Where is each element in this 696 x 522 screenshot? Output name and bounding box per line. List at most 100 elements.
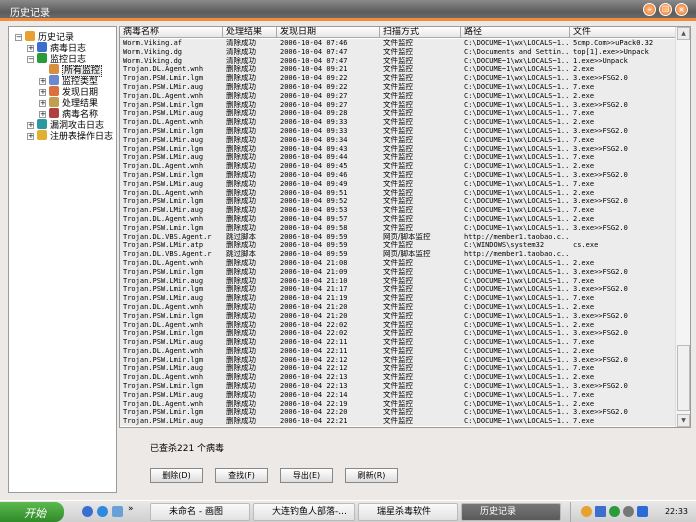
shield-icon[interactable] — [637, 506, 648, 517]
tree-node[interactable]: + 处理结果 — [39, 97, 98, 109]
tray-app-icon[interactable] — [581, 506, 592, 517]
tree-node[interactable]: − 历史记录 — [15, 31, 74, 43]
rising-monitor-icon[interactable] — [609, 506, 620, 517]
table-cell: 跳过脚本 — [226, 232, 256, 241]
table-cell: Trojan.PSW.LMir.aug — [123, 390, 204, 399]
log-tree[interactable]: − 历史记录 + 病毒日志 − 监控日志 所有监控 + 监控类型 + 发现日期 + 处理结果 + 病毒名称 +… — [8, 26, 117, 493]
restore-button[interactable]: ❐ — [659, 3, 672, 16]
column-header[interactable]: 文件 — [570, 27, 676, 38]
table-row[interactable]: Trojan.PSW.LMir.aug 删除成功 2006-10-04 09:53 文… — [120, 206, 676, 215]
table-row[interactable]: Trojan.DL.Agent.wnh 删除成功 2006-10-04 09:51 文… — [120, 188, 676, 198]
table-row[interactable]: Trojan.PSW.LMir.aug 删除成功 2006-10-04 21:19 文… — [120, 294, 676, 303]
table-row[interactable]: Worm.Viking.af 清除成功 2006-10-04 07:46 文件监控 C:… — [120, 39, 676, 48]
table-row[interactable]: Trojan.PSW.LMir.aug 删除成功 2006-10-04 22:14 文… — [120, 390, 676, 400]
internet-explorer-icon[interactable] — [97, 506, 108, 517]
collapse-icon[interactable]: − — [27, 56, 34, 63]
table-row[interactable]: Trojan.PSW.Lmir.lgm 删除成功 2006-10-04 09:43 文… — [120, 144, 676, 154]
table-row[interactable]: Trojan.PSW.Lmir.lgm 删除成功 2006-10-04 21:20 文… — [120, 311, 676, 321]
column-header[interactable]: 路径 — [461, 27, 570, 38]
table-row[interactable]: Trojan.PSW.Lmir.lgm 删除成功 2006-10-04 09:33 文… — [120, 126, 676, 136]
expand-icon[interactable]: + — [39, 111, 46, 118]
task-history[interactable]: 历史记录 — [461, 503, 561, 521]
expand-icon[interactable]: + — [27, 122, 34, 129]
media-player-icon[interactable] — [82, 506, 93, 517]
table-row[interactable]: Trojan.DL.Agent.wnh 删除成功 2006-10-04 09:57 文… — [120, 214, 676, 224]
close-button[interactable]: × — [675, 3, 688, 16]
table-row[interactable]: Worm.Viking.dg 清除成功 2006-10-04 07:47 文件监控 C:… — [120, 56, 676, 66]
expand-icon[interactable]: + — [39, 100, 46, 107]
expand-icon[interactable]: + — [39, 78, 46, 85]
table-row[interactable]: Trojan.PSW.LMir.aug 删除成功 2006-10-04 09:49 文… — [120, 179, 676, 189]
network-icon[interactable] — [595, 506, 606, 517]
tree-node[interactable]: + 监控类型 — [39, 75, 98, 87]
table-row[interactable]: Trojan.DL.Agent.wnh 删除成功 2006-10-04 22:11 文… — [120, 346, 676, 356]
scroll-down-button[interactable]: ▼ — [677, 414, 690, 427]
tree-node[interactable]: + 病毒日志 — [27, 42, 86, 54]
find-button[interactable]: 查找(F) — [215, 468, 268, 483]
table-row[interactable]: Trojan.DL.Agent.wnh 删除成功 2006-10-04 22:13 文… — [120, 373, 676, 383]
table-row[interactable]: Trojan.PSW.Lmir.lgm 删除成功 2006-10-04 09:46 文… — [120, 170, 676, 180]
table-row[interactable]: Trojan.PSW.LMir.aug 删除成功 2006-10-04 22:11 文… — [120, 338, 676, 347]
tree-node[interactable]: 所有监控 — [39, 64, 103, 77]
table-row[interactable]: Trojan.DL.Agent.wnh 删除成功 2006-10-04 09:27 文… — [120, 91, 676, 101]
column-header[interactable]: 病毒名称 — [120, 27, 223, 38]
expand-icon[interactable]: + — [27, 133, 34, 140]
table-row[interactable]: Trojan.PSW.LMir.aug 删除成功 2006-10-04 21:10 文… — [120, 276, 676, 286]
start-button[interactable]: 开始 — [0, 502, 64, 522]
tree-node[interactable]: − 监控日志 — [27, 53, 86, 65]
expand-icon[interactable]: + — [39, 89, 46, 96]
table-row[interactable]: Trojan.PSW.Lmir.lgm 删除成功 2006-10-04 22:20 文… — [120, 408, 676, 418]
table-row[interactable]: Trojan.PSW.LMir.aug 删除成功 2006-10-04 09:34 文… — [120, 135, 676, 145]
table-row[interactable]: Trojan.PSW.LMir.aug 删除成功 2006-10-04 09:44 文… — [120, 153, 676, 163]
table-row[interactable]: Trojan.PSW.Lmir.lgm 删除成功 2006-10-04 09:22 文… — [120, 74, 676, 83]
table-row[interactable]: Trojan.DL.Agent.wnh 删除成功 2006-10-04 09:33 文… — [120, 118, 676, 127]
vertical-scrollbar[interactable]: ▲ ▼ — [675, 27, 690, 427]
table-cell: C:\DOCUME~1\wx\LOCALS~1... — [464, 373, 570, 382]
table-row[interactable]: Trojan.PSW.LMir.aug 删除成功 2006-10-04 22:12 文… — [120, 364, 676, 374]
table-row[interactable]: Trojan.DL.Agent.wnh 删除成功 2006-10-04 22:19 文… — [120, 399, 676, 409]
quicklaunch-more[interactable]: » — [128, 504, 134, 514]
tree-node[interactable]: + 注册表操作日志 — [27, 130, 113, 142]
table-row[interactable]: Trojan.PSW.Lmir.lgm 删除成功 2006-10-04 09:52 文… — [120, 197, 676, 207]
tree-node[interactable]: + 病毒名称 — [39, 108, 98, 120]
table-cell: Trojan.PSW.Lmir.lgm — [123, 382, 204, 391]
table-row[interactable]: Trojan.PSW.Lmir.lgm 删除成功 2006-10-04 09:27 文… — [120, 100, 676, 110]
table-row[interactable]: Trojan.DL.VBS.Agent.r 跳过脚本 2006-10-04 09:5… — [120, 232, 676, 242]
desktop-icon[interactable] — [112, 506, 123, 517]
table-row[interactable]: Trojan.DL.Agent.wnh 删除成功 2006-10-04 21:08 文… — [120, 258, 676, 268]
column-header[interactable]: 发现日期 — [277, 27, 380, 38]
task-rising-antivirus[interactable]: 瑞星杀毒软件 — [358, 503, 458, 521]
table-row[interactable]: Trojan.PSW.Lmir.lgm 删除成功 2006-10-04 22:13 文… — [120, 382, 676, 391]
table-row[interactable]: Trojan.DL.Agent.wnh 删除成功 2006-10-04 09:45 文… — [120, 162, 676, 171]
tree-node[interactable]: + 漏洞攻击日志 — [27, 119, 104, 131]
table-row[interactable]: Trojan.PSW.Lmir.lgm 删除成功 2006-10-04 21:09 文… — [120, 267, 676, 277]
collapse-icon[interactable]: − — [15, 34, 22, 41]
table-row[interactable]: Trojan.PSW.LMir.aug 删除成功 2006-10-04 09:22 文… — [120, 82, 676, 92]
tree-node[interactable]: + 发现日期 — [39, 86, 98, 98]
tray-clock-icon[interactable] — [623, 506, 634, 517]
table-row[interactable]: Trojan.PSW.Lmir.lgm 删除成功 2006-10-04 22:02 文… — [120, 329, 676, 339]
table-row[interactable]: Trojan.PSW.Lmir.lgm 删除成功 2006-10-04 09:58 文… — [120, 223, 676, 233]
delete-button[interactable]: 删除(D) — [150, 468, 203, 483]
table-row[interactable]: Trojan.PSW.LMir.aug 删除成功 2006-10-04 09:28 文… — [120, 109, 676, 119]
scroll-thumb[interactable] — [677, 345, 690, 411]
minimize-button[interactable]: – — [643, 3, 656, 16]
title-bar[interactable]: 历史记录 – ❐ × — [0, 0, 696, 21]
scroll-up-button[interactable]: ▲ — [677, 27, 690, 40]
table-row[interactable]: Trojan.DL.VBS.Agent.r 跳过脚本 2006-10-04 09:5… — [120, 250, 676, 259]
column-header[interactable]: 处理结果 — [223, 27, 277, 38]
table-row[interactable]: Trojan.PSW.Lmir.lgm 删除成功 2006-10-04 21:17 文… — [120, 285, 676, 295]
task-browser[interactable]: 大连钓鱼人部落-... — [253, 503, 355, 521]
refresh-button[interactable]: 刷新(R) — [345, 468, 398, 483]
expand-icon[interactable]: + — [27, 45, 34, 52]
column-header[interactable]: 扫描方式 — [380, 27, 461, 38]
task-paint[interactable]: 未命名 - 画图 — [150, 503, 250, 521]
table-row[interactable]: Trojan.DL.Agent.wnh 删除成功 2006-10-04 21:20 文… — [120, 302, 676, 312]
table-row[interactable]: Trojan.PSW.Lmir.lgm 删除成功 2006-10-04 22:12 文… — [120, 355, 676, 365]
export-button[interactable]: 导出(E) — [280, 468, 333, 483]
table-row[interactable]: Trojan.DL.Agent.wnh 删除成功 2006-10-04 22:02 文… — [120, 320, 676, 330]
table-row[interactable]: Worm.Viking.dg 清除成功 2006-10-04 07:47 文件监控 C:… — [120, 47, 676, 57]
table-row[interactable]: Trojan.DL.Agent.wnh 删除成功 2006-10-04 09:21 文… — [120, 65, 676, 75]
table-row[interactable]: Trojan.PSW.LMir.atp 删除成功 2006-10-04 09:59 文… — [120, 241, 676, 251]
table-row[interactable]: Trojan.PSW.LMir.aug 删除成功 2006-10-04 22:21 文… — [120, 417, 676, 427]
